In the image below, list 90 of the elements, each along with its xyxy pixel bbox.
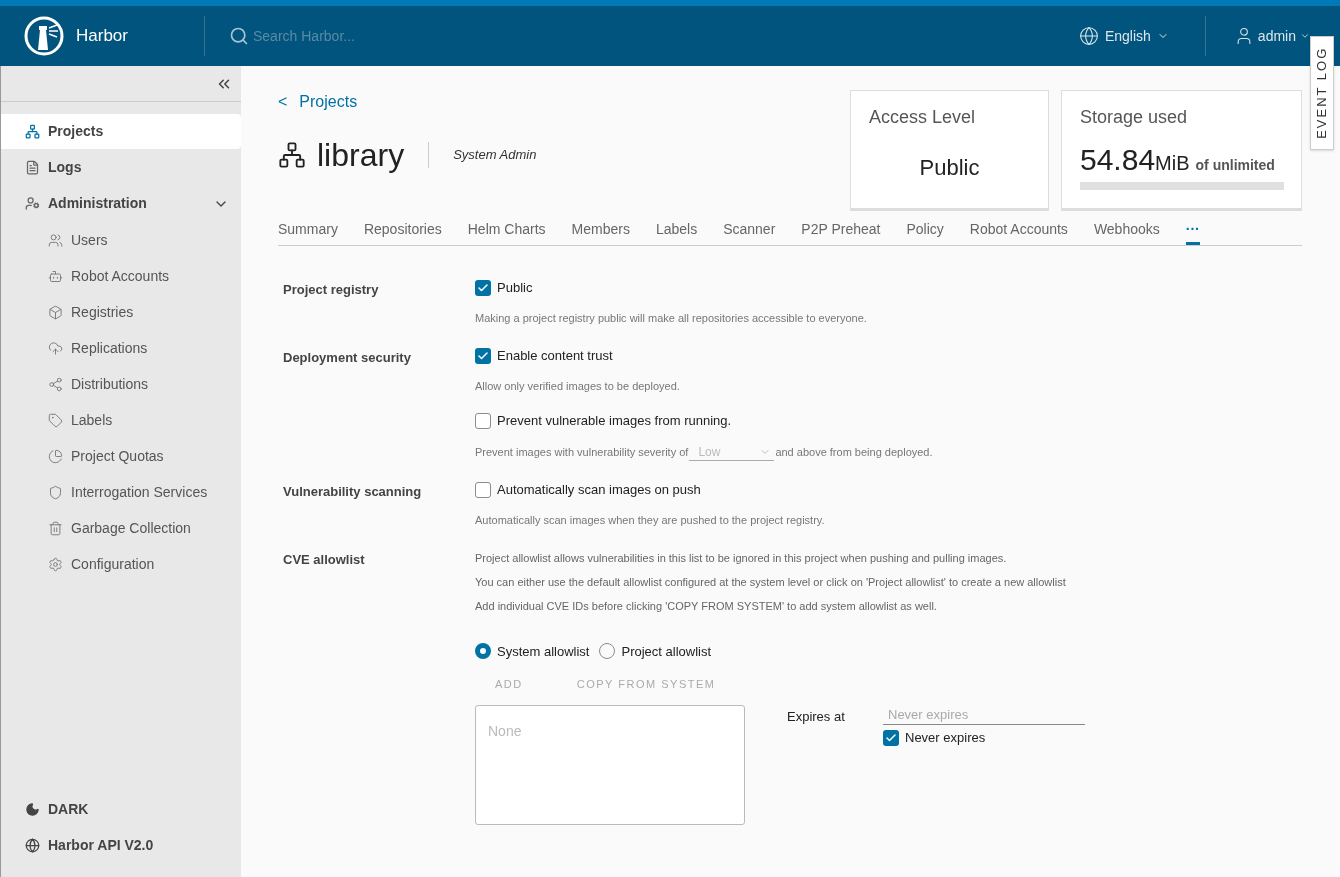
tab[interactable]: Webhooks — [1093, 216, 1160, 245]
radio-option[interactable]: System allowlist — [475, 641, 590, 661]
storage-value: 54.84 — [1080, 142, 1156, 178]
dark-mode-toggle[interactable]: DARK — [1, 799, 241, 819]
sidebar-subitem[interactable]: Robot Accounts — [1, 258, 241, 294]
language-menu[interactable]: English — [1078, 25, 1169, 47]
checkbox-option[interactable]: Prevent vulnerable images from running. — [475, 413, 933, 429]
storage-quota: of unlimited — [1195, 156, 1275, 175]
api-link[interactable]: Harbor API V2.0 — [1, 835, 241, 855]
tab[interactable]: Labels — [655, 216, 698, 245]
tab[interactable]: Repositories — [363, 216, 442, 245]
setting-label: Deployment security — [283, 348, 412, 364]
brand-name: Harbor — [76, 25, 128, 48]
globe-icon — [25, 837, 40, 853]
checkbox-option[interactable]: Automatically scan images on push — [475, 482, 825, 498]
description-text: You can either use the default allowlist configured at the system level or click on 'Project allowlist' to create a new allowlist — [475, 574, 1067, 590]
tab[interactable]: Summary — [278, 216, 338, 245]
radio-button[interactable] — [475, 643, 491, 660]
tab[interactable]: Policy — [906, 216, 944, 245]
checkbox[interactable] — [475, 280, 491, 296]
moon-icon — [25, 801, 40, 817]
event-log-tab[interactable]: EVENT LOG — [1310, 36, 1334, 150]
access-level-value: Public — [918, 154, 981, 182]
check-icon — [477, 282, 489, 294]
tab[interactable]: Helm Charts — [467, 216, 546, 245]
setting-label: Vulnerability scanning — [283, 483, 423, 498]
sidebar-item[interactable]: Administration — [1, 186, 241, 221]
checkbox[interactable] — [475, 413, 491, 429]
sidebar-subitem[interactable]: Distributions — [1, 366, 241, 402]
tab[interactable]: Members — [571, 216, 630, 245]
tab[interactable]: ··· — [1185, 216, 1200, 245]
hint-text: Making a project registry public will make all repositories accessible to everyone. — [475, 311, 867, 326]
globe-icon — [1078, 26, 1099, 46]
network-icon — [25, 124, 40, 139]
setting-label: Project registry — [283, 281, 380, 296]
sidebar-item[interactable]: Logs — [1, 150, 241, 185]
project-role: System Admin — [453, 146, 537, 165]
gear-icon — [48, 556, 63, 572]
pie-chart-icon — [48, 448, 63, 464]
lighthouse-logo-icon — [24, 16, 64, 56]
hint-text: and above from being deployed. — [775, 444, 933, 460]
sidebar-item[interactable]: Projects — [1, 114, 241, 149]
search-icon — [229, 26, 249, 46]
share-icon — [48, 376, 63, 392]
sidebar-subitem[interactable]: Replications — [1, 330, 241, 366]
checkbox-option[interactable]: Never expires — [883, 730, 1085, 746]
setting-label: CVE allowlist — [283, 550, 366, 566]
trash-icon — [48, 520, 63, 536]
tab[interactable]: P2P Preheat — [801, 216, 881, 245]
user-menu[interactable]: admin — [1233, 25, 1310, 47]
checkbox-option[interactable]: Public — [475, 280, 867, 296]
box-icon — [48, 304, 63, 320]
hint-text: Automatically scan images when they are pushed to the project registry. — [475, 513, 825, 528]
sidebar-subitem[interactable]: Users — [1, 222, 241, 258]
description-text: Add individual CVE IDs before clicking 'COPY FROM SYSTEM' to add system allowlist as well. — [475, 598, 938, 614]
check-icon — [477, 349, 489, 362]
checkbox[interactable] — [883, 730, 899, 746]
sidebar-subitem[interactable]: Registries — [1, 294, 241, 330]
sidebar-subitem[interactable]: Interrogation Services — [1, 474, 241, 510]
description-text: Project allowlist allows vulnerabilities in this list to be ignored in this project when pushing and pulling images. — [475, 550, 1008, 566]
cloud-icon — [48, 340, 63, 356]
hint-text: Allow only verified images to be deployed. — [475, 378, 681, 394]
sidebar-subitem[interactable]: Labels — [1, 402, 241, 438]
expiry-date-field[interactable]: Never expires — [883, 705, 1085, 725]
card-title: Storage used — [1080, 106, 1189, 129]
radio-option[interactable]: Project allowlist — [599, 641, 712, 661]
expires-label: Expires at — [787, 708, 846, 726]
chevron-icon — [1300, 31, 1310, 41]
user-gear-icon — [25, 196, 40, 211]
card-title: Access Level — [869, 106, 977, 129]
users-icon — [48, 232, 63, 248]
sidebar-subitem[interactable]: Configuration — [1, 546, 241, 582]
breadcrumb-link[interactable]: < Projects — [278, 92, 850, 112]
tab[interactable]: Scanner — [723, 216, 776, 245]
tag-icon — [48, 412, 63, 428]
sidebar-subitem[interactable]: Garbage Collection — [1, 510, 241, 546]
search-field[interactable]: Search Harbor... — [253, 25, 453, 47]
check-icon — [885, 732, 897, 744]
robot-icon — [48, 268, 63, 284]
project-icon — [278, 141, 306, 169]
project-title: library — [317, 136, 405, 175]
hint-text: Prevent images with vulnerability severity of — [475, 444, 689, 460]
document-icon — [25, 160, 40, 175]
checkbox[interactable] — [475, 482, 491, 498]
shield-icon — [48, 484, 63, 500]
sidebar-subitem[interactable]: Project Quotas — [1, 438, 241, 474]
tab[interactable]: Robot Accounts — [969, 216, 1068, 245]
checkbox[interactable] — [475, 347, 491, 364]
storage-unit: MiB — [1155, 152, 1190, 176]
checkbox-option[interactable]: Enable content trust — [475, 347, 933, 364]
